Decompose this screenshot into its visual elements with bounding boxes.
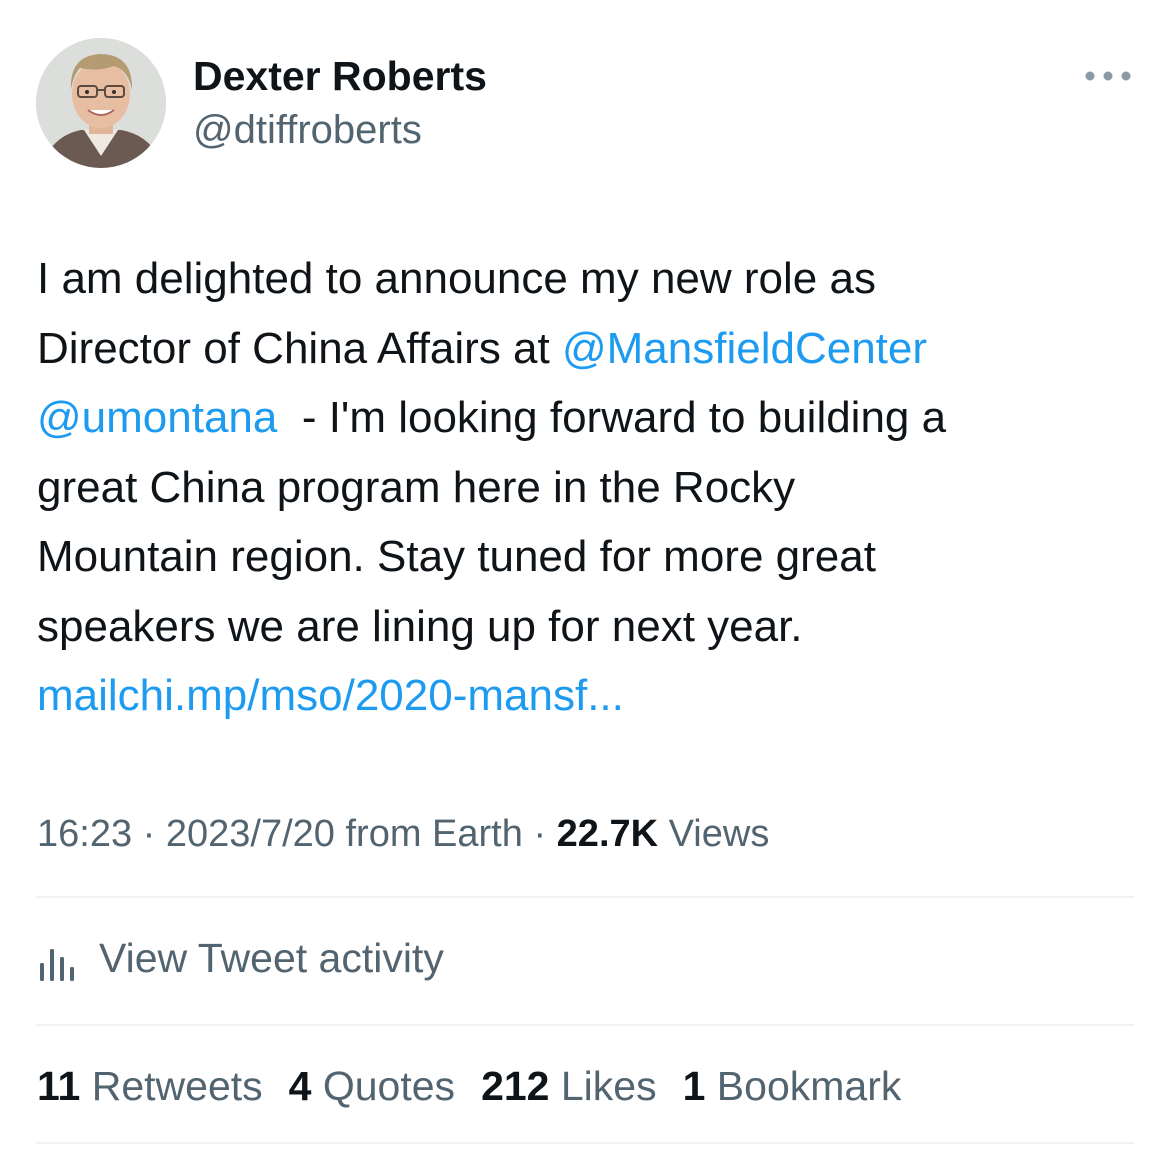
tweet-meta: 16:23 · 2023/7/20 from Earth · 22.7K Vie… [37,808,769,860]
retweets-label: Retweets [80,1063,263,1109]
tweet-stats: 11 Retweets 4 Quotes 212 Likes 1 Bookmar… [37,1058,927,1114]
divider [36,1142,1134,1144]
meta-separator: · [522,813,557,855]
tweet-line: @umontana - I'm looking forward to build… [37,383,1137,453]
tweet-date[interactable]: 2023/7/20 [166,813,335,855]
tweet-line-text: Director of China Affairs at [37,323,562,373]
profile-photo [36,38,166,168]
tweet-line: Director of China Affairs at @MansfieldC… [37,314,1137,384]
likes-stat[interactable]: 212 Likes [481,1058,657,1114]
tweet-text: I am delighted to announce my new role a… [37,244,1137,731]
tweet-url-link[interactable]: mailchi.mp/mso/2020-mansf... [37,661,1137,731]
avatar[interactable] [36,38,166,168]
quotes-count: 4 [288,1063,312,1109]
quotes-stat[interactable]: 4 Quotes [289,1058,455,1114]
tweet-line: Mountain region. Stay tuned for more gre… [37,532,876,581]
bookmarks-label: Bookmark [705,1063,902,1109]
more-options-button[interactable] [1080,62,1136,90]
retweets-count: 11 [37,1063,81,1109]
view-tweet-activity-label: View Tweet activity [99,934,444,981]
tweet-line: I am delighted to announce my new role a… [37,254,876,303]
tweet-time[interactable]: 16:23 [37,813,132,855]
likes-count: 212 [481,1063,550,1109]
likes-label: Likes [549,1063,657,1109]
mention-umontana[interactable]: @umontana [37,393,277,442]
author-handle[interactable]: @dtiffroberts [193,106,422,154]
tweet-card: Dexter Roberts @dtiffroberts I am deligh… [0,0,1170,1171]
author-name[interactable]: Dexter Roberts [193,52,487,100]
quotes-label: Quotes [311,1063,456,1109]
bookmarks-stat[interactable]: 1 Bookmark [683,1058,902,1114]
view-tweet-activity-button[interactable]: View Tweet activity [37,930,444,986]
tweet-line: speakers we are lining up for next year. [37,601,803,651]
analytics-bar-icon [40,949,74,981]
divider [36,896,1134,898]
mention-mansfieldcenter[interactable]: @MansfieldCenter [562,324,927,373]
more-horizontal-icon [1085,71,1131,81]
tweet-source: from Earth [334,813,523,855]
divider [36,1024,1134,1026]
retweets-stat[interactable]: 11 Retweets [37,1058,263,1114]
views-count: 22.7K [556,813,659,855]
tweet-line: great China program here in the Rocky [37,462,796,512]
meta-separator: · [132,813,166,855]
views-label: Views [658,813,770,855]
bookmarks-count: 1 [682,1063,706,1109]
tweet-line-text: - I'm looking forward to building a [277,393,947,442]
